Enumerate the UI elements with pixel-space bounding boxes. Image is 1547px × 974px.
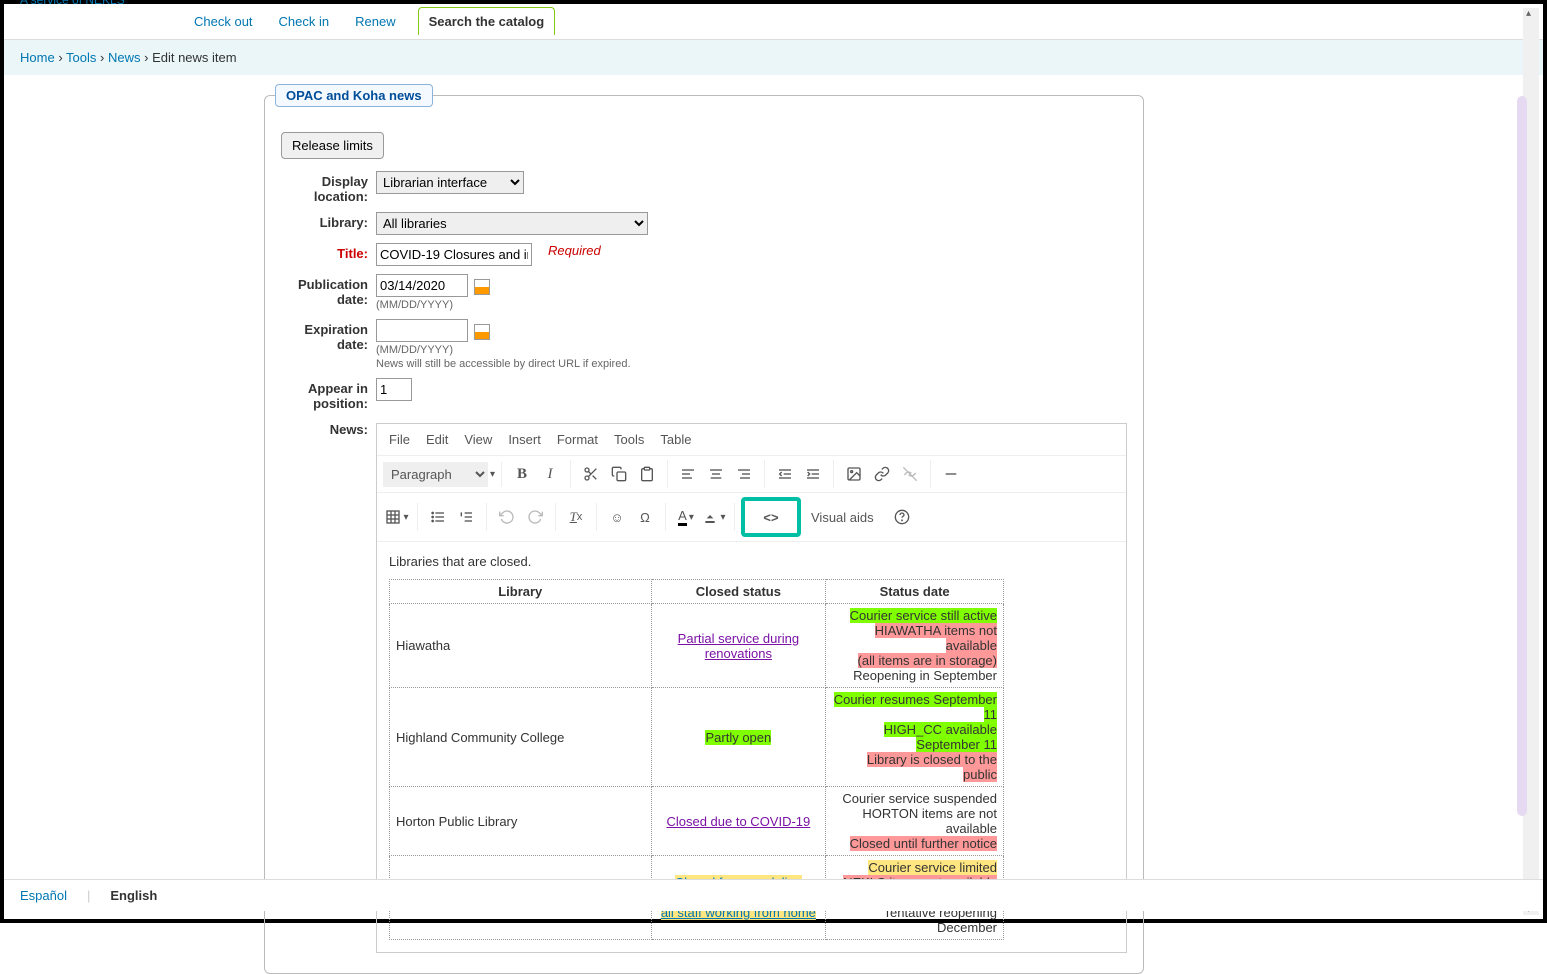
- pub-date-hint: (MM/DD/YYYY): [376, 299, 490, 311]
- tab-check-in[interactable]: Check in: [275, 8, 334, 35]
- bg-color-button[interactable]: ▾: [700, 503, 728, 531]
- position-label: Appear in position:: [281, 378, 376, 411]
- library-label: Library:: [281, 212, 376, 230]
- status-link[interactable]: Closed due to COVID-19: [666, 814, 810, 829]
- lang-spanish[interactable]: Español: [20, 888, 67, 903]
- tab-renew[interactable]: Renew: [351, 8, 399, 35]
- th-closed: Closed status: [651, 580, 826, 604]
- bold-button[interactable]: B: [508, 460, 536, 488]
- cell-status-date: Courier resumes September 11HIGH_CC avai…: [826, 688, 1004, 787]
- status-link[interactable]: Partial service during renovations: [678, 631, 799, 661]
- menu-format[interactable]: Format: [557, 432, 598, 447]
- cell-status: Partly open: [651, 688, 826, 787]
- th-status-date: Status date: [826, 580, 1004, 604]
- news-panel: OPAC and Koha news Release limits Displa…: [264, 95, 1144, 974]
- calendar-icon[interactable]: [474, 279, 490, 295]
- th-library: Library: [390, 580, 652, 604]
- service-link[interactable]: A service of NEKLS: [20, 0, 125, 7]
- breadcrumb: Home › Tools › News › Edit news item: [4, 40, 1543, 75]
- cell-library: Highland Community College: [390, 688, 652, 787]
- crumb-home[interactable]: Home: [20, 50, 55, 65]
- cell-status-date: Courier service suspendedHORTON items ar…: [826, 787, 1004, 856]
- display-location-select[interactable]: Librarian interface: [376, 171, 524, 194]
- visual-aids-button[interactable]: Visual aids: [811, 510, 874, 525]
- special-char-button[interactable]: Ω: [631, 503, 659, 531]
- outdent-button[interactable]: [771, 460, 799, 488]
- news-label: News:: [281, 419, 376, 437]
- unlink-button[interactable]: [896, 460, 924, 488]
- editor-scrollbar[interactable]: [1517, 96, 1527, 816]
- align-center-button[interactable]: [702, 460, 730, 488]
- tab-check-out[interactable]: Check out: [190, 8, 257, 35]
- panel-title: OPAC and Koha news: [275, 84, 433, 107]
- library-select[interactable]: All libraries: [376, 212, 648, 235]
- pub-date-label: Publication date:: [281, 274, 376, 307]
- hr-button[interactable]: [937, 460, 965, 488]
- text-color-button[interactable]: A▾: [672, 503, 700, 531]
- display-location-label: Display location:: [281, 171, 376, 204]
- table-button[interactable]: ▾: [383, 503, 411, 531]
- crumb-tools[interactable]: Tools: [66, 50, 96, 65]
- editor-toolbar-1: Paragraph ▾ B I: [377, 456, 1126, 493]
- editor-toolbar-2: ▾ Tx: [377, 493, 1126, 542]
- table-row: Hiawatha Partial service during renovatio…: [390, 604, 1004, 688]
- align-right-button[interactable]: [730, 460, 758, 488]
- redo-button[interactable]: [521, 503, 549, 531]
- crumb-current: Edit news item: [152, 50, 237, 65]
- copy-button[interactable]: [605, 460, 633, 488]
- undo-button[interactable]: [493, 503, 521, 531]
- menu-view[interactable]: View: [464, 432, 492, 447]
- menu-file[interactable]: File: [389, 432, 410, 447]
- number-list-button[interactable]: [452, 503, 480, 531]
- menu-table[interactable]: Table: [660, 432, 691, 447]
- calendar-icon[interactable]: [474, 324, 490, 340]
- source-code-button[interactable]: <>: [757, 503, 785, 531]
- cell-library: Horton Public Library: [390, 787, 652, 856]
- link-button[interactable]: [868, 460, 896, 488]
- crumb-news[interactable]: News: [108, 50, 141, 65]
- table-row: Horton Public Library Closed due to COVID…: [390, 787, 1004, 856]
- exp-date-input[interactable]: [376, 319, 468, 342]
- title-input[interactable]: [376, 243, 532, 266]
- clear-format-button[interactable]: Tx: [562, 503, 590, 531]
- image-button[interactable]: [840, 460, 868, 488]
- exp-date-hint2: News will still be accessible by direct …: [376, 358, 631, 370]
- tab-search-catalog[interactable]: Search the catalog: [418, 7, 556, 35]
- cut-button[interactable]: [577, 460, 605, 488]
- table-row: Highland Community CollegePartly openCou…: [390, 688, 1004, 787]
- cell-status-date: Courier service still activeHIAWATHA ite…: [826, 604, 1004, 688]
- exp-date-hint1: (MM/DD/YYYY): [376, 344, 631, 356]
- paste-button[interactable]: [633, 460, 661, 488]
- cell-library: Hiawatha: [390, 604, 652, 688]
- exp-date-label: Expiration date:: [281, 319, 376, 352]
- italic-button[interactable]: I: [536, 460, 564, 488]
- indent-button[interactable]: [799, 460, 827, 488]
- lang-english[interactable]: English: [110, 888, 157, 903]
- menu-tools[interactable]: Tools: [614, 432, 644, 447]
- required-text: Required: [548, 243, 601, 258]
- title-label: Title:: [281, 243, 376, 261]
- menu-edit[interactable]: Edit: [426, 432, 448, 447]
- cell-status: Partial service during renovations: [651, 604, 826, 688]
- paragraph-select[interactable]: Paragraph: [383, 462, 488, 487]
- menu-insert[interactable]: Insert: [508, 432, 541, 447]
- rich-text-editor: File Edit View Insert Format Tools Table…: [376, 423, 1127, 953]
- bullet-list-button[interactable]: [424, 503, 452, 531]
- align-left-button[interactable]: [674, 460, 702, 488]
- editor-menubar: File Edit View Insert Format Tools Table: [377, 424, 1126, 456]
- position-input[interactable]: [376, 378, 412, 401]
- emoji-button[interactable]: ☺: [603, 503, 631, 531]
- pub-date-input[interactable]: [376, 274, 468, 297]
- content-intro: Libraries that are closed.: [389, 554, 1114, 569]
- help-button[interactable]: [888, 503, 916, 531]
- release-limits-button[interactable]: Release limits: [281, 132, 384, 159]
- source-code-highlight: <>: [741, 497, 801, 537]
- cell-status: Closed due to COVID-19: [651, 787, 826, 856]
- language-switcher: Español | English: [4, 879, 1543, 911]
- top-bar: A service of NEKLS Check out Check in Re…: [4, 4, 1543, 40]
